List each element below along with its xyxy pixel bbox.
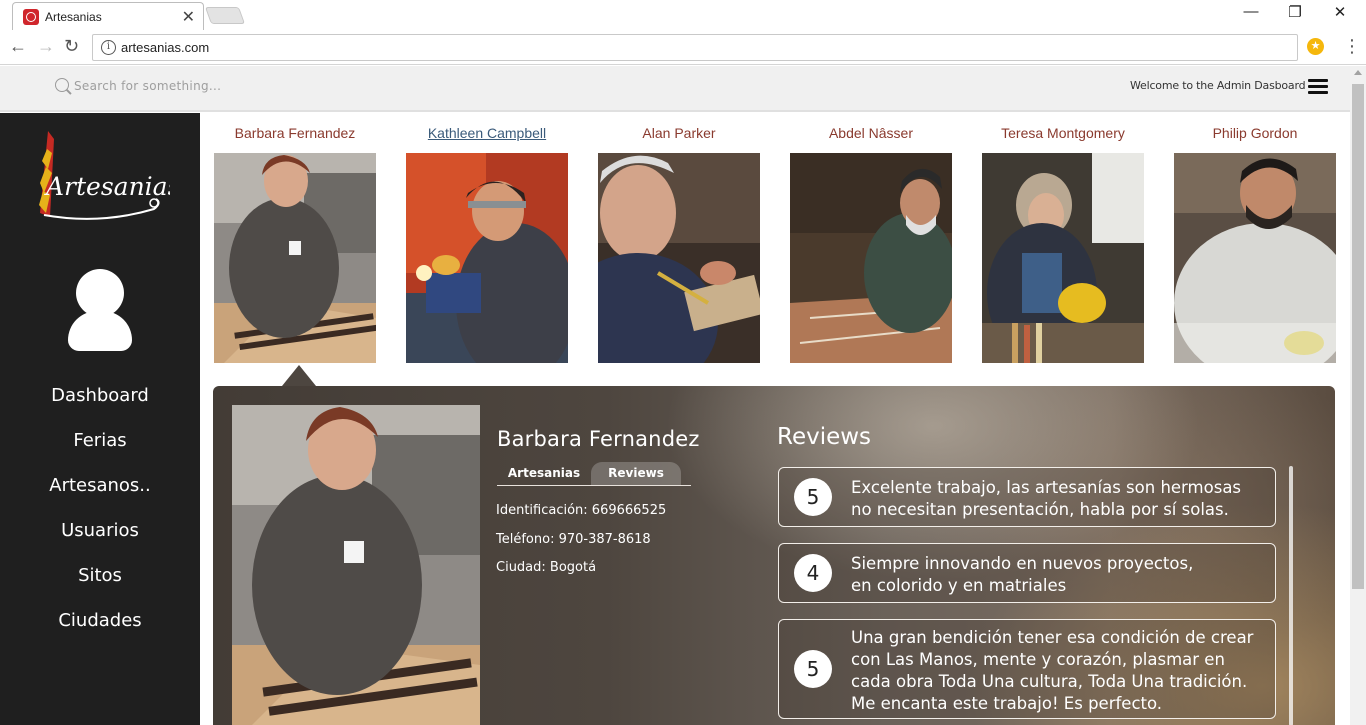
artisan-photo[interactable]: [214, 153, 376, 363]
reload-icon[interactable]: ↻: [64, 36, 79, 57]
artisan-name[interactable]: Barbara Fernandez: [214, 125, 376, 141]
hamburger-menu-icon[interactable]: [1308, 79, 1328, 95]
welcome-text: Welcome to the Admin Dasboard: [1130, 79, 1306, 92]
detail-photo: [232, 405, 480, 725]
tab-artesanias[interactable]: Artesanias: [505, 462, 583, 485]
artisan-card[interactable]: Barbara Fernandez: [214, 125, 376, 363]
artisan-photo[interactable]: [406, 153, 568, 363]
page-scrollbar-thumb[interactable]: [1352, 84, 1364, 589]
back-arrow-icon[interactable]: ←: [9, 36, 27, 57]
top-header: Welcome to the Admin Dasboard: [0, 66, 1350, 112]
page-viewport: Welcome to the Admin Dasboard Artesanias…: [0, 66, 1350, 725]
browser-toolbar: ← → ↻ i artesanias.com ★ ⋮: [0, 30, 1366, 65]
tab-title: Artesanias: [45, 10, 102, 24]
address-url[interactable]: artesanias.com: [121, 40, 209, 55]
user-avatar-icon[interactable]: [68, 269, 132, 351]
artisan-photo[interactable]: [790, 153, 952, 363]
tab-reviews[interactable]: Reviews: [591, 462, 681, 485]
artisan-card[interactable]: Abdel Nâsser: [790, 125, 952, 363]
artisan-card[interactable]: Kathleen Campbell: [406, 125, 568, 363]
sidebar-item-ciudades[interactable]: Ciudades: [0, 610, 200, 631]
review-card: 5 Una gran bendición tener esa condición…: [778, 619, 1276, 719]
detail-ciudad: Ciudad: Bogotá: [496, 560, 597, 575]
review-text: Siempre innovando en nuevos proyectos, e…: [851, 554, 1194, 595]
sidebar-item-artesanos[interactable]: Artesanos..: [0, 475, 200, 496]
detail-tabs: Artesanias Reviews: [497, 462, 691, 486]
review-card: 5 Excelente trabajo, las artesanías son …: [778, 467, 1276, 527]
artisan-name[interactable]: Teresa Montgomery: [982, 125, 1144, 141]
maximize-button[interactable]: ❐: [1272, 3, 1318, 21]
artisan-detail-panel: Barbara Fernandez Artesanias Reviews Ide…: [213, 386, 1335, 725]
sidebar-item-dashboard[interactable]: Dashboard: [0, 385, 200, 406]
minimize-button[interactable]: —: [1228, 3, 1274, 20]
artisan-name[interactable]: Abdel Nâsser: [790, 125, 952, 141]
detail-artisan-name: Barbara Fernandez: [497, 427, 700, 451]
artisan-photo[interactable]: [982, 153, 1144, 363]
site-favicon-icon: [23, 9, 39, 25]
artisan-photo[interactable]: [1174, 153, 1336, 363]
site-info-icon[interactable]: i: [101, 40, 116, 55]
artisan-name[interactable]: Philip Gordon: [1174, 125, 1336, 141]
tab-close-icon[interactable]: ✕: [182, 7, 195, 27]
detail-identificacion: Identificación: 669666525: [496, 503, 667, 518]
sidebar: Artesanias Dashboard Ferias Artesanos.. …: [0, 113, 200, 725]
detail-telefono: Teléfono: 970-387-8618: [496, 532, 651, 547]
extension-star-icon[interactable]: ★: [1307, 38, 1324, 55]
selected-artisan-pointer: [282, 365, 316, 386]
artisan-photo[interactable]: [598, 153, 760, 363]
review-score: 4: [794, 554, 832, 592]
reviews-scrollbar[interactable]: [1289, 466, 1293, 725]
browser-tab-strip: Artesanias ✕ — ❐ ✕: [0, 0, 1366, 30]
scroll-up-arrow-icon[interactable]: [1354, 70, 1362, 75]
sidebar-item-sitos[interactable]: Sitos: [0, 565, 200, 586]
sidebar-item-usuarios[interactable]: Usuarios: [0, 520, 200, 541]
sidebar-item-ferias[interactable]: Ferias: [0, 430, 200, 451]
window-close-button[interactable]: ✕: [1317, 3, 1363, 21]
review-card: 4 Siempre innovando en nuevos proyectos,…: [778, 543, 1276, 603]
artisan-name[interactable]: Alan Parker: [598, 125, 760, 141]
forward-arrow-icon[interactable]: →: [37, 36, 55, 57]
review-score: 5: [794, 478, 832, 516]
svg-text:Artesanias: Artesanias: [44, 172, 170, 201]
reviews-title: Reviews: [777, 424, 872, 450]
review-text: Una gran bendición tener esa condición d…: [851, 628, 1254, 713]
search-input[interactable]: [74, 76, 374, 96]
artesanias-logo: Artesanias: [39, 131, 170, 220]
artisan-card[interactable]: Teresa Montgomery: [982, 125, 1144, 363]
artisan-card[interactable]: Philip Gordon: [1174, 125, 1336, 363]
browser-menu-icon[interactable]: ⋮: [1343, 36, 1361, 57]
artisan-card[interactable]: Alan Parker: [598, 125, 760, 363]
new-tab-button[interactable]: [204, 7, 246, 24]
address-bar[interactable]: i artesanias.com: [92, 34, 1298, 61]
search-icon: [55, 78, 69, 92]
review-text: Excelente trabajo, las artesanías son he…: [851, 478, 1242, 519]
review-score: 5: [794, 650, 832, 688]
browser-tab[interactable]: Artesanias ✕: [12, 2, 204, 30]
artisan-name[interactable]: Kathleen Campbell: [406, 125, 568, 141]
